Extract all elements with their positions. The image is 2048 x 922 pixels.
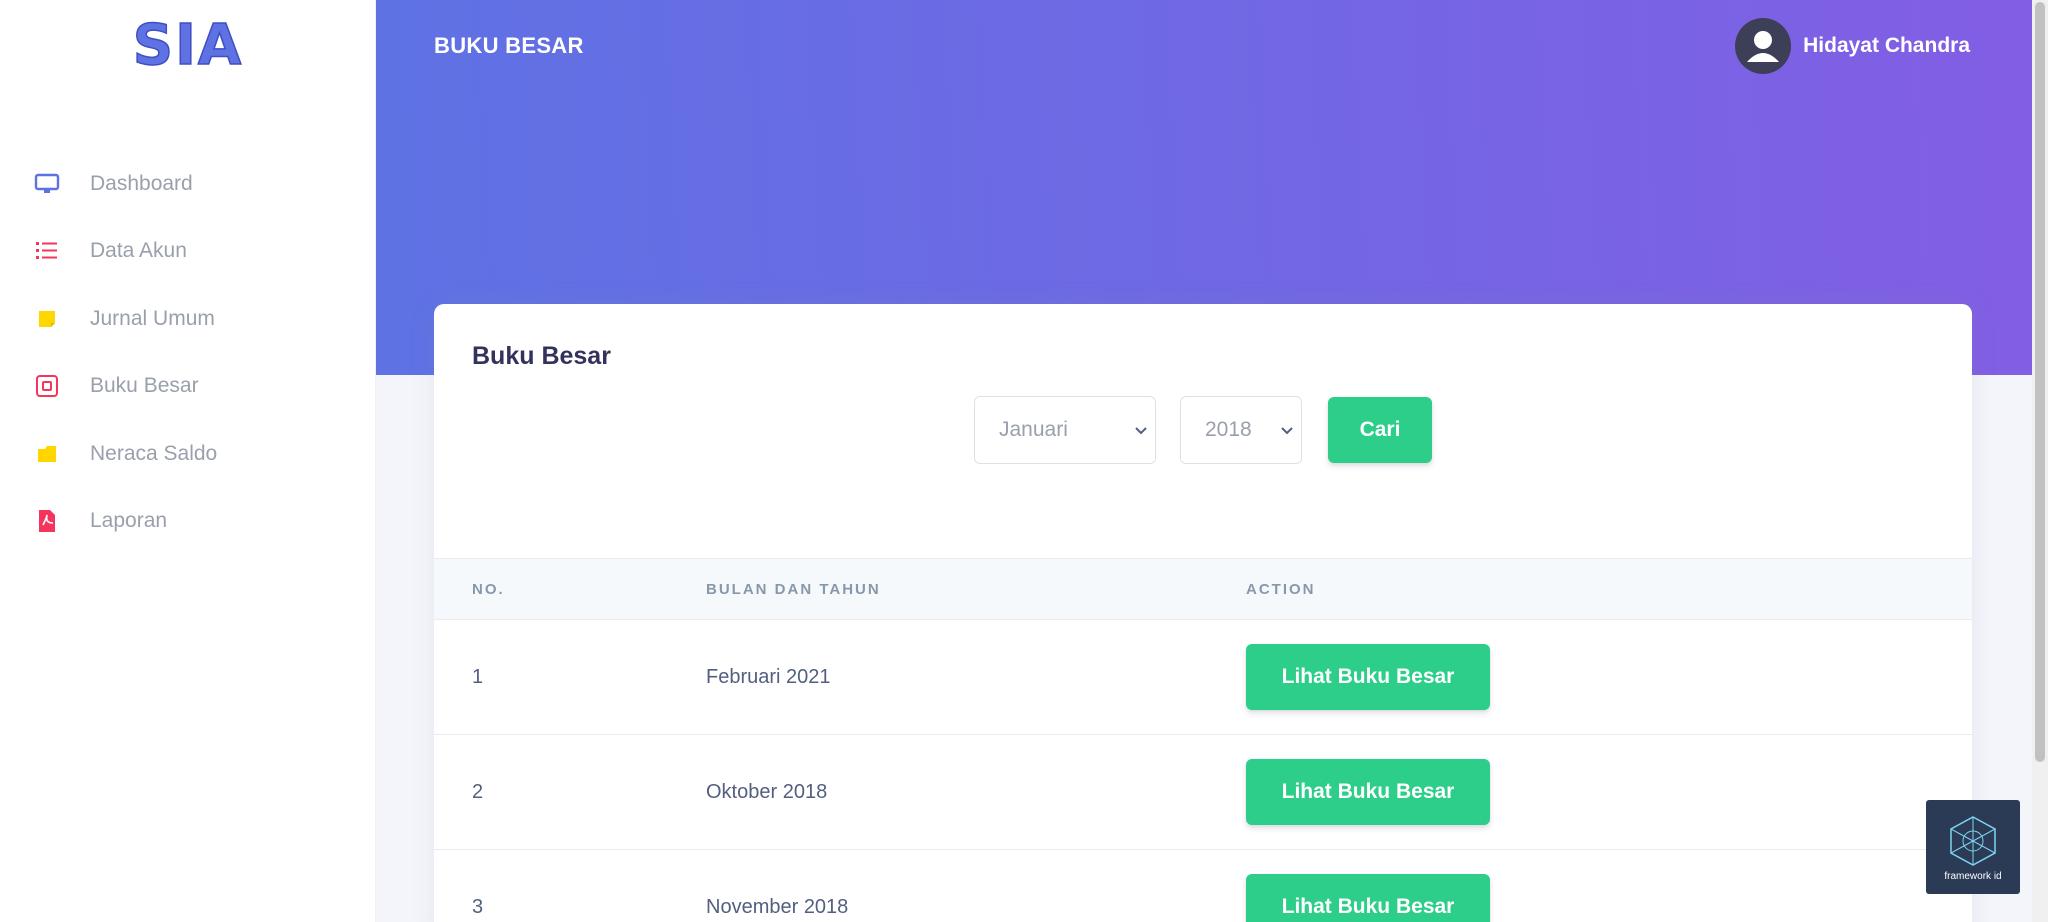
column-header-period: BULAN DAN TAHUN xyxy=(706,581,881,598)
chevron-down-icon xyxy=(1281,427,1293,435)
filter-row: Januari 2018 Cari xyxy=(974,396,1432,464)
sidebar-nav: Dashboard Data Akun Jurnal Umum Buku Bes… xyxy=(0,150,376,555)
row-number: 1 xyxy=(472,666,484,688)
chevron-down-icon xyxy=(1135,427,1147,435)
row-period: November 2018 xyxy=(706,896,849,918)
view-ledger-button[interactable]: Lihat Buku Besar xyxy=(1246,644,1490,710)
card-title: Buku Besar xyxy=(472,342,611,370)
ledger-icon xyxy=(34,373,60,399)
month-select-value: Januari xyxy=(999,418,1068,441)
row-number: 2 xyxy=(472,781,484,803)
sidebar-item-buku-besar[interactable]: Buku Besar xyxy=(0,353,376,421)
row-period: Oktober 2018 xyxy=(706,781,828,803)
ledger-card: Buku Besar Januari 2018 Cari NO. BULAN D… xyxy=(434,304,1972,922)
table-row: 1 Februari 2021 Lihat Buku Besar xyxy=(434,620,1972,735)
page-title: BUKU BESAR xyxy=(434,33,584,58)
sidebar-item-label: Dashboard xyxy=(90,171,193,195)
pdf-file-icon xyxy=(34,508,60,534)
list-icon xyxy=(34,238,60,264)
year-select-value: 2018 xyxy=(1205,418,1252,441)
sidebar-item-data-akun[interactable]: Data Akun xyxy=(0,218,376,286)
network-logo-icon xyxy=(1950,815,1996,866)
user-name: Hidayat Chandra xyxy=(1803,34,1970,57)
column-header-action: ACTION xyxy=(1246,581,1316,598)
table-row: 2 Oktober 2018 Lihat Buku Besar xyxy=(434,735,1972,850)
app-logo[interactable]: SIA xyxy=(118,12,258,79)
sidebar-item-label: Buku Besar xyxy=(90,374,199,398)
sidebar-item-label: Laporan xyxy=(90,509,168,533)
page-scrollbar[interactable] xyxy=(2032,0,2048,922)
folder-icon xyxy=(34,441,60,467)
sidebar-item-label: Jurnal Umum xyxy=(90,306,215,330)
row-period: Februari 2021 xyxy=(706,666,831,688)
row-number: 3 xyxy=(472,896,484,918)
user-menu[interactable]: Hidayat Chandra xyxy=(1735,18,1970,74)
year-select[interactable]: 2018 xyxy=(1180,396,1302,464)
main-content: BUKU BESAR Hidayat Chandra Buku Besar Ja… xyxy=(376,0,2032,922)
view-ledger-button[interactable]: Lihat Buku Besar xyxy=(1246,874,1490,922)
framework-id-watermark: framework id xyxy=(1926,800,2020,894)
table-header: NO. BULAN DAN TAHUN ACTION xyxy=(434,558,1972,620)
table-row: 3 November 2018 Lihat Buku Besar xyxy=(434,850,1972,922)
svg-text:SIA: SIA xyxy=(133,14,244,72)
sidebar-item-dashboard[interactable]: Dashboard xyxy=(0,150,376,218)
sidebar-item-jurnal-umum[interactable]: Jurnal Umum xyxy=(0,285,376,353)
column-header-no: NO. xyxy=(472,581,505,598)
avatar xyxy=(1735,18,1792,74)
sidebar: SIA Dashboard Data Akun Jurnal Umum Buku… xyxy=(0,0,376,922)
sidebar-item-label: Data Akun xyxy=(90,239,187,263)
user-icon xyxy=(1747,31,1780,62)
sidebar-item-laporan[interactable]: Laporan xyxy=(0,488,376,556)
watermark-text: framework id xyxy=(1944,870,2002,882)
sidebar-item-label: Neraca Saldo xyxy=(90,441,218,465)
note-icon xyxy=(34,306,60,332)
view-ledger-button[interactable]: Lihat Buku Besar xyxy=(1246,759,1490,825)
month-select[interactable]: Januari xyxy=(974,396,1156,464)
scrollbar-thumb[interactable] xyxy=(2035,2,2045,762)
search-button[interactable]: Cari xyxy=(1328,397,1432,463)
sidebar-item-neraca-saldo[interactable]: Neraca Saldo xyxy=(0,420,376,488)
monitor-icon xyxy=(34,171,60,197)
